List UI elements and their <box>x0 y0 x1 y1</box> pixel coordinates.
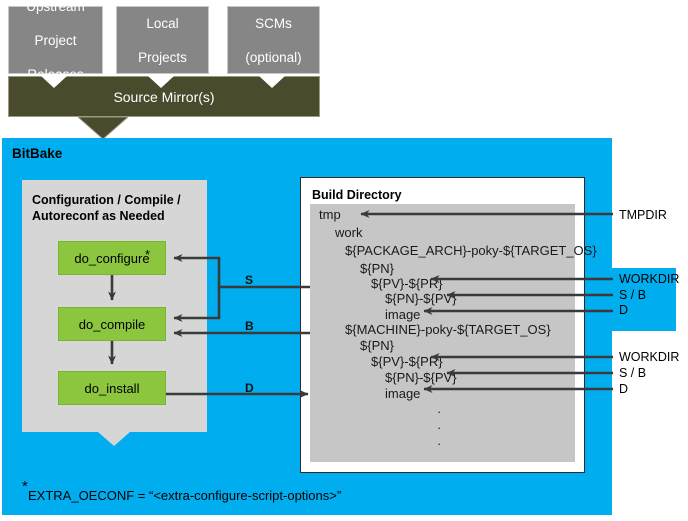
tree-line: ${PN} <box>360 261 394 276</box>
mirror-notch-right-icon <box>259 76 285 88</box>
bitbake-top-notch-icon <box>86 138 118 150</box>
task-do-install[interactable]: do_install <box>58 371 166 405</box>
bitbake-title: BitBake <box>12 146 63 161</box>
source-label-line: SCMs <box>255 15 292 31</box>
mirror-notch-left-icon <box>41 76 67 88</box>
flow-label-b: B <box>245 319 254 333</box>
mirror-notch-mid-icon <box>148 76 174 88</box>
tree-ellipsis-dot: · <box>437 420 442 435</box>
source-label-line: Upstream <box>26 0 85 14</box>
tree-line: ${MACHINE}-poky-${TARGET_OS} <box>345 322 551 337</box>
tree-line: image <box>385 307 421 322</box>
right-label-d-1: D <box>619 303 629 317</box>
tree-line: tmp <box>319 207 341 222</box>
right-label-workdir-2: WORKDIR <box>619 350 680 364</box>
configuration-panel-bottom-arrow-icon <box>98 432 130 446</box>
right-label-d-2: D <box>619 382 629 396</box>
source-label-line: Projects <box>138 49 187 65</box>
configuration-title-line2: Autoreconf as Needed <box>32 209 165 223</box>
right-label-workdir-1: WORKDIR <box>619 272 680 286</box>
configuration-title-line1: Configuration / Compile / <box>32 193 181 207</box>
flow-label-s: S <box>245 273 254 287</box>
task-do-configure[interactable]: do_configure * <box>58 241 166 275</box>
source-label-line: Local <box>146 15 179 31</box>
configuration-panel-title: Configuration / Compile / Autoreconf as … <box>32 192 202 224</box>
task-footnote-marker: * <box>145 247 151 262</box>
source-label-line: Project <box>34 32 77 48</box>
tree-line: ${PACKAGE_ARCH}-poky-${TARGET_OS} <box>345 243 597 258</box>
tree-line: ${PN}-${PV} <box>385 291 457 306</box>
source-box-local-projects: Local Projects <box>116 6 209 74</box>
source-box-upstream-project-releases: Upstream Project Releases <box>8 0 103 82</box>
tree-line: image <box>385 386 421 401</box>
tree-line: work <box>335 225 363 240</box>
tree-line: ${PN} <box>360 338 394 353</box>
right-label-tmpdir: TMPDIR <box>619 208 667 222</box>
tree-line: ${PV}-${PR} <box>371 354 443 369</box>
task-label: do_install <box>84 380 140 396</box>
footnote-text: EXTRA_OECONF = “<extra-configure-script-… <box>28 488 342 503</box>
right-label-s-b-1: S / B <box>619 288 647 302</box>
mirror-to-bitbake-arrow-icon <box>76 116 130 140</box>
tree-ellipsis-dot: · <box>437 436 442 451</box>
source-mirror-label: Source Mirror(s) <box>113 89 215 105</box>
flow-label-d: D <box>245 381 254 395</box>
tree-ellipsis-dot: · <box>437 404 442 419</box>
right-label-s-b-2: S / B <box>619 366 647 380</box>
task-label: do_compile <box>78 316 146 332</box>
task-label: do_configure <box>74 250 150 266</box>
tree-line: ${PN}-${PV} <box>385 370 457 385</box>
task-do-compile[interactable]: do_compile <box>58 307 166 341</box>
source-box-scms-optional: SCMs (optional) <box>227 6 320 74</box>
tree-line: ${PV}-${PR} <box>371 276 443 291</box>
source-label-line: (optional) <box>245 49 302 65</box>
footnote-marker: * <box>22 478 28 495</box>
build-directory-title: Build Directory <box>312 188 402 202</box>
